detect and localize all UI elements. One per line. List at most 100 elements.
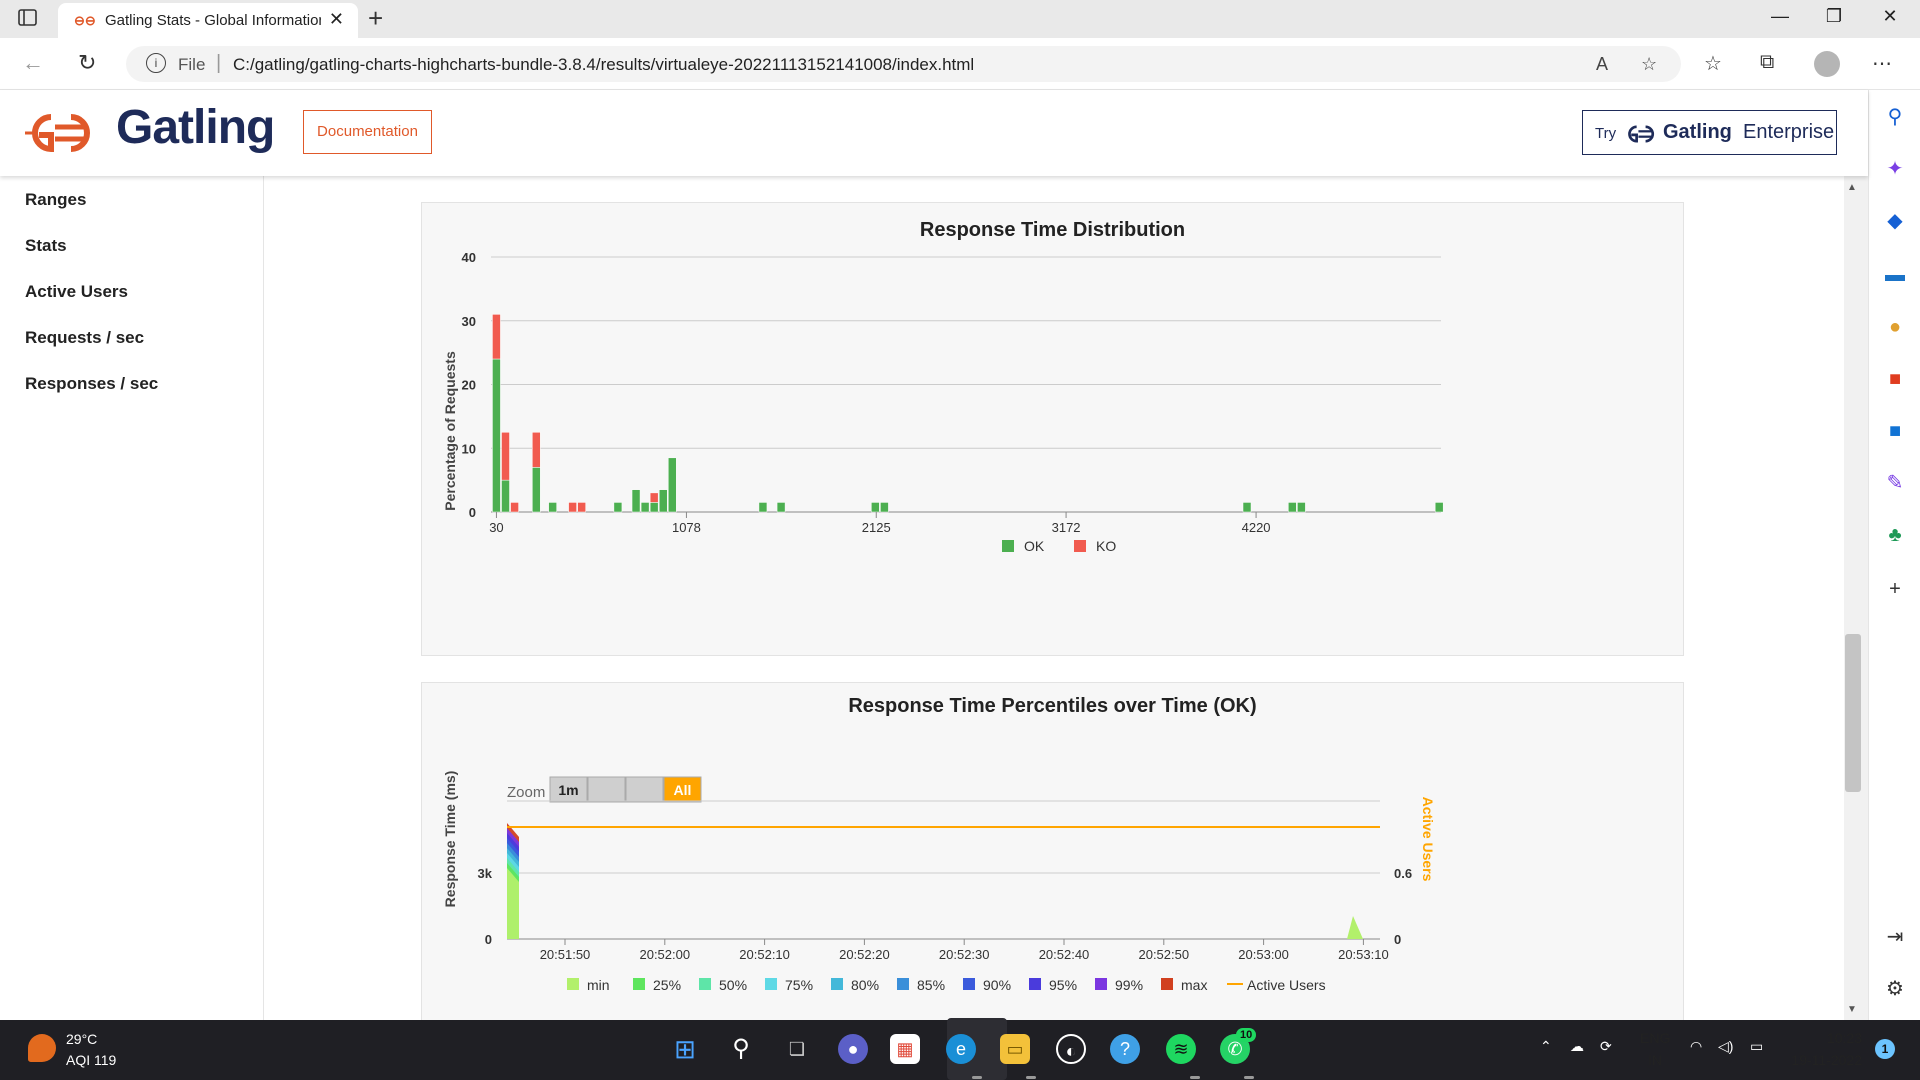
outlook-icon[interactable]: ■: [1884, 420, 1906, 442]
bar-ko: [510, 502, 519, 513]
tree-icon[interactable]: ♣: [1884, 524, 1906, 546]
discover-icon[interactable]: ✦: [1884, 158, 1906, 180]
read-aloud-icon[interactable]: A: [1596, 54, 1608, 75]
bar-ok: [1297, 502, 1306, 513]
bar-ok: [758, 502, 768, 513]
sidebar-item-active-users[interactable]: Active Users: [25, 282, 128, 302]
legend-label: 95%: [1049, 977, 1077, 993]
y-axis-label: Percentage of Requests: [442, 351, 458, 511]
enterprise-brand-text: Gatling: [1663, 121, 1732, 143]
legend-label: 50%: [719, 977, 747, 993]
refresh-icon[interactable]: ↻: [78, 50, 96, 76]
bar-ok: [668, 457, 677, 513]
search-icon[interactable]: ⚲: [1884, 106, 1906, 128]
weather-temperature[interactable]: 29°C: [66, 1031, 97, 1047]
office-icon[interactable]: ■: [1884, 368, 1906, 390]
zoom-button-range-1[interactable]: [587, 776, 626, 803]
explorer-running-indicator: [1026, 1076, 1036, 1079]
add-favorite-icon[interactable]: ☆: [1641, 54, 1657, 75]
bar-ok: [631, 489, 641, 513]
new-tab-icon[interactable]: +: [368, 3, 383, 34]
bar-ok: [1288, 502, 1297, 513]
collections-icon[interactable]: ⧉: [1760, 51, 1774, 74]
bar-ok: [532, 467, 541, 513]
zoom-button-label: 1m: [558, 782, 578, 798]
bar-ko: [492, 314, 501, 360]
url-scheme-label: File: [178, 55, 206, 74]
hide-sidebar-icon[interactable]: ⇥: [1884, 926, 1906, 948]
info-icon[interactable]: i: [146, 53, 166, 73]
tab-actions-icon[interactable]: [18, 9, 40, 29]
legend-swatch: [897, 978, 909, 990]
minimize-icon[interactable]: —: [1765, 6, 1795, 27]
close-window-icon[interactable]: ✕: [1875, 6, 1905, 27]
x-tick-label: 20:52:20: [839, 947, 890, 962]
sidebar-item-requests-per-sec[interactable]: Requests / sec: [25, 328, 144, 348]
x-tick-label: 1078: [672, 520, 701, 535]
profile-avatar[interactable]: [1814, 51, 1840, 77]
weather-icon[interactable]: [28, 1034, 56, 1062]
task-view-icon[interactable]: ❏: [782, 1034, 812, 1064]
bar-ok: [1242, 502, 1252, 513]
bar-ok: [776, 502, 786, 513]
legend-label-ok: OK: [1024, 538, 1045, 554]
sidebar-item-stats[interactable]: Stats: [25, 236, 67, 256]
search-icon[interactable]: ⚲: [726, 1034, 756, 1064]
designer-icon[interactable]: ✎: [1884, 472, 1906, 494]
settings-more-icon[interactable]: ⋯: [1872, 51, 1892, 76]
scroll-down-icon[interactable]: ▼: [1847, 1004, 1857, 1015]
bar-ok: [1434, 502, 1444, 513]
sidebar-settings-icon[interactable]: ⚙: [1884, 978, 1906, 1000]
x-tick-label: 20:53:10: [1338, 947, 1389, 962]
y-axis-label: Response Time (ms): [442, 771, 458, 908]
zoom-button-all[interactable]: All: [663, 776, 702, 803]
bar-ok: [548, 502, 557, 513]
gatling-logo-text: Gatling: [116, 101, 275, 154]
gatling-favicon-icon: ⊖⊖: [74, 13, 96, 28]
zoom-button-1m[interactable]: 1m: [549, 776, 588, 803]
start-icon[interactable]: ⊞: [670, 1034, 700, 1064]
shopping-icon[interactable]: ◆: [1884, 210, 1906, 232]
spotify-running-indicator: [1190, 1076, 1200, 1079]
favorites-icon[interactable]: ☆: [1704, 51, 1722, 76]
y-tick-label: 30: [462, 314, 476, 329]
x-tick-label: 20:52:00: [639, 947, 690, 962]
bar-ko: [568, 502, 577, 513]
games-icon[interactable]: ●: [1884, 316, 1906, 338]
store-icon[interactable]: ▦: [890, 1034, 920, 1064]
scrollbar-thumb[interactable]: [1845, 634, 1861, 792]
chat-icon[interactable]: ●: [838, 1034, 868, 1064]
legend-swatch: [567, 978, 579, 990]
bar-ok: [501, 479, 510, 513]
weather-aqi[interactable]: AQI 119: [66, 1052, 116, 1068]
sidebar-item-responses-per-sec[interactable]: Responses / sec: [25, 374, 158, 394]
legend-label: 85%: [917, 977, 945, 993]
close-tab-icon[interactable]: ✕: [329, 9, 344, 30]
zoom-button-bg: [587, 776, 626, 803]
scroll-up-icon[interactable]: ▲: [1847, 182, 1857, 193]
bar-ok: [649, 502, 659, 513]
active-app-highlight: [947, 1018, 1007, 1080]
x-tick-label: 30: [489, 520, 503, 535]
browser-tab[interactable]: ⊖⊖ Gatling Stats - Global Information ✕: [58, 3, 358, 38]
zoom-button-range-2[interactable]: [625, 776, 664, 803]
legend-label: 25%: [653, 977, 681, 993]
documentation-button[interactable]: Documentation: [303, 110, 432, 154]
url-field[interactable]: i File | C:/gatling/gatling-charts-highc…: [126, 46, 1681, 82]
bar-ok: [640, 502, 650, 513]
legend-label: min: [587, 977, 610, 993]
page-scrollbar[interactable]: [1844, 176, 1868, 1020]
url-text: C:/gatling/gatling-charts-highcharts-bun…: [233, 55, 975, 74]
x-tick-label: 2125: [862, 520, 891, 535]
add-sidebar-app-icon[interactable]: +: [1884, 578, 1906, 600]
x-tick-label: 4220: [1242, 520, 1271, 535]
bar-ko: [649, 492, 659, 503]
try-gatling-enterprise-button[interactable]: Try Gatling Enterprise: [1582, 110, 1837, 155]
restore-icon[interactable]: ❐: [1819, 6, 1849, 27]
tools-icon[interactable]: ▬: [1884, 264, 1906, 286]
bar-ko: [532, 432, 541, 468]
sidebar-item-ranges[interactable]: Ranges: [25, 190, 86, 210]
edge-running-indicator: [972, 1076, 982, 1079]
back-icon[interactable]: ←: [22, 50, 44, 76]
x-tick-label: 3172: [1052, 520, 1081, 535]
